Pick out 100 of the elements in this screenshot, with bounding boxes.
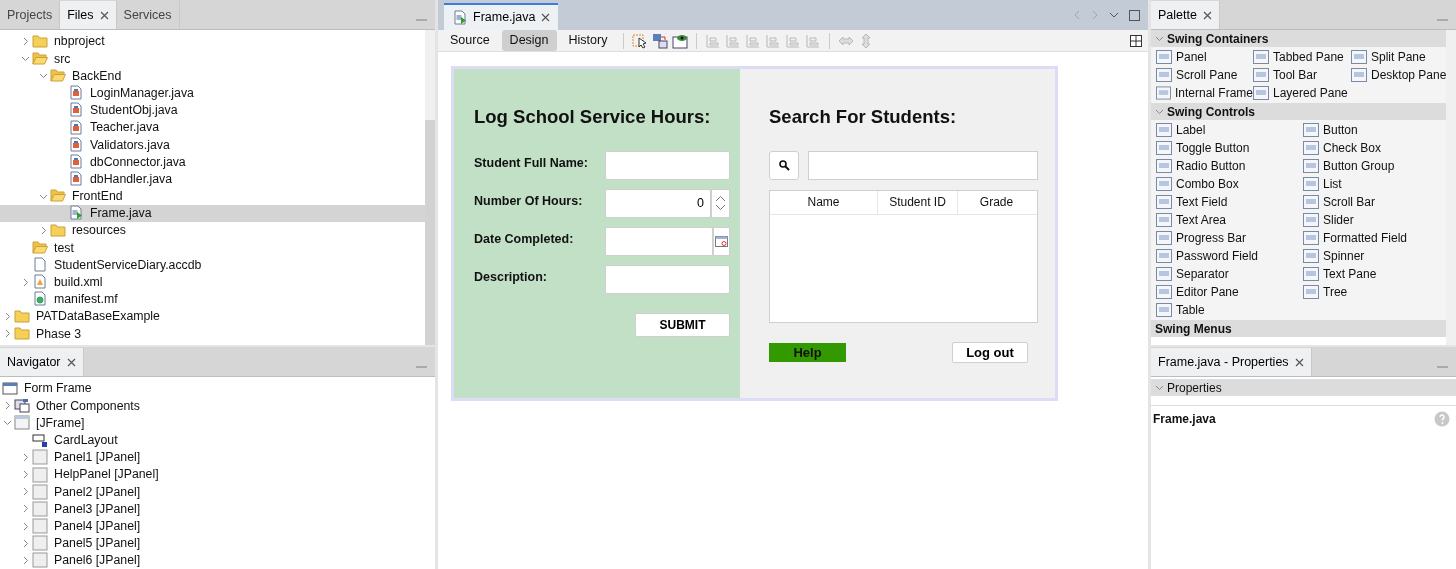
scrollbar[interactable] (425, 30, 435, 345)
swing-component[interactable]: Panel (1156, 48, 1253, 66)
close-icon[interactable] (1202, 10, 1212, 20)
dock-tab[interactable]: Navigator (0, 348, 84, 376)
file-entry[interactable]: StudentObj.java (0, 101, 425, 119)
component-entry[interactable]: Panel2 [JPanel] (0, 483, 435, 501)
logout-button[interactable]: Log out (952, 341, 1028, 363)
maximize-icon[interactable] (1129, 9, 1140, 21)
dock-tab[interactable]: Frame.java - Properties (1151, 348, 1312, 376)
close-icon[interactable] (66, 357, 76, 367)
component-entry[interactable]: Panel6 [JPanel] (0, 551, 435, 569)
swing-component[interactable]: Tree (1303, 283, 1442, 301)
close-icon[interactable] (99, 10, 109, 20)
swing-component[interactable]: Text Field (1156, 193, 1303, 211)
component-entry[interactable]: Other Components (0, 397, 435, 415)
file-entry[interactable]: manifest.mf (0, 290, 425, 308)
swing-component[interactable]: Editor Pane (1156, 283, 1303, 301)
view-tab[interactable]: History (560, 30, 616, 51)
file-entry[interactable]: StudentServiceDiary.accdb (0, 256, 425, 274)
section-header[interactable]: Swing Containers (1151, 30, 1446, 47)
swing-component[interactable]: Scroll Bar (1303, 193, 1442, 211)
view-tab[interactable]: Source (442, 30, 498, 51)
date-field[interactable] (605, 226, 713, 256)
chevron-down-icon[interactable] (1155, 107, 1164, 116)
preview-icon[interactable] (672, 32, 689, 49)
close-icon[interactable] (540, 13, 550, 22)
submit-button[interactable]: SUBMIT (635, 312, 730, 337)
swing-component[interactable]: Separator (1156, 265, 1303, 283)
help-button[interactable]: Help (769, 342, 846, 362)
dock-tab[interactable]: Files (60, 1, 117, 29)
component-entry[interactable]: Panel4 [JPanel] (0, 517, 435, 535)
chevron-down-icon[interactable] (2, 418, 12, 428)
search-field[interactable] (808, 150, 1038, 180)
file-entry[interactable]: Phase 3 (0, 325, 425, 343)
component-entry[interactable]: HelpPanel [JPanel] (0, 465, 435, 484)
file-entry[interactable]: LoginManager.java (0, 84, 425, 102)
swing-component[interactable]: Button Group (1303, 157, 1442, 175)
column-header[interactable]: Grade (958, 190, 1035, 214)
swing-component[interactable]: Tabbed Pane (1253, 48, 1351, 66)
swing-component[interactable]: Combo Box (1156, 175, 1303, 193)
swing-component[interactable]: Label (1156, 121, 1303, 139)
swing-component[interactable]: Check Box (1303, 139, 1442, 157)
section-header[interactable]: Properties (1151, 379, 1456, 396)
section-header[interactable]: Swing Controls (1151, 103, 1446, 120)
swing-component[interactable]: Radio Button (1156, 157, 1303, 175)
file-entry[interactable]: resources (0, 222, 425, 240)
swing-component[interactable]: Scroll Pane (1156, 66, 1253, 84)
file-entry[interactable]: test (0, 239, 425, 257)
section-header[interactable]: Swing Menus (1151, 320, 1446, 337)
component-entry[interactable]: Panel5 [JPanel] (0, 534, 435, 552)
swing-component[interactable]: Text Area (1156, 211, 1303, 229)
component-entry[interactable]: Form Frame (0, 380, 435, 398)
file-entry[interactable]: build.xml (0, 273, 425, 291)
component-entry[interactable]: Panel1 [JPanel] (0, 448, 435, 466)
swing-component[interactable]: Button (1303, 121, 1442, 139)
dropdown-icon[interactable] (1109, 11, 1119, 19)
file-entry[interactable]: Frame.java (0, 204, 425, 223)
swing-component[interactable]: Desktop Pane (1351, 66, 1446, 84)
file-entry[interactable]: dbHandler.java (0, 170, 425, 188)
file-entry[interactable]: src (0, 50, 425, 68)
chevron-down-icon[interactable] (1155, 34, 1164, 43)
file-entry[interactable]: FrontEnd (0, 187, 425, 205)
selection-mode-icon[interactable] (632, 32, 649, 49)
swing-component[interactable]: Internal Frame (1156, 84, 1253, 102)
column-header[interactable]: Student ID (878, 190, 958, 214)
swing-component[interactable]: Spinner (1303, 247, 1442, 265)
swing-component[interactable]: Split Pane (1351, 48, 1446, 66)
text-field[interactable] (605, 264, 730, 294)
swing-component[interactable]: Layered Pane (1253, 84, 1351, 102)
number-field[interactable]: 0 (605, 188, 711, 218)
dock-tab[interactable]: Palette (1151, 1, 1220, 29)
chevron-down-icon[interactable] (20, 54, 30, 64)
spinner-arrows[interactable] (711, 188, 730, 218)
swing-component[interactable]: Table (1156, 301, 1303, 319)
chevron-down-icon[interactable] (1155, 383, 1164, 392)
view-tab[interactable]: Design (501, 30, 557, 51)
search-button[interactable] (769, 150, 799, 180)
editor-tab[interactable]: Frame.java (444, 3, 558, 30)
calendar-button[interactable] (713, 226, 730, 256)
component-entry[interactable]: Panel3 [JPanel] (0, 500, 435, 518)
swing-component[interactable]: Text Pane (1303, 265, 1442, 283)
component-entry[interactable]: [JFrame] (0, 414, 435, 432)
swing-component[interactable]: Formatted Field (1303, 229, 1442, 247)
component-entry[interactable]: CardLayout (0, 431, 435, 449)
grid-icon[interactable] (1130, 34, 1142, 47)
file-entry[interactable]: Validators.java (0, 136, 425, 154)
column-header[interactable]: Name (770, 190, 878, 214)
swing-component[interactable]: Toggle Button (1156, 139, 1303, 157)
file-entry[interactable]: PATDataBaseExample (0, 308, 425, 326)
swing-component[interactable]: Slider (1303, 211, 1442, 229)
swing-component[interactable]: Password Field (1156, 247, 1303, 265)
swing-component[interactable]: List (1303, 175, 1442, 193)
file-entry[interactable]: nbproject (0, 33, 425, 51)
dock-tab[interactable]: Services (116, 1, 180, 29)
chevron-down-icon[interactable] (38, 71, 48, 81)
file-entry[interactable]: Teacher.java (0, 118, 425, 137)
swing-component[interactable]: Progress Bar (1156, 229, 1303, 247)
file-entry[interactable]: BackEnd (0, 67, 425, 85)
swing-component[interactable]: Tool Bar (1253, 66, 1351, 84)
text-field[interactable] (605, 150, 730, 180)
